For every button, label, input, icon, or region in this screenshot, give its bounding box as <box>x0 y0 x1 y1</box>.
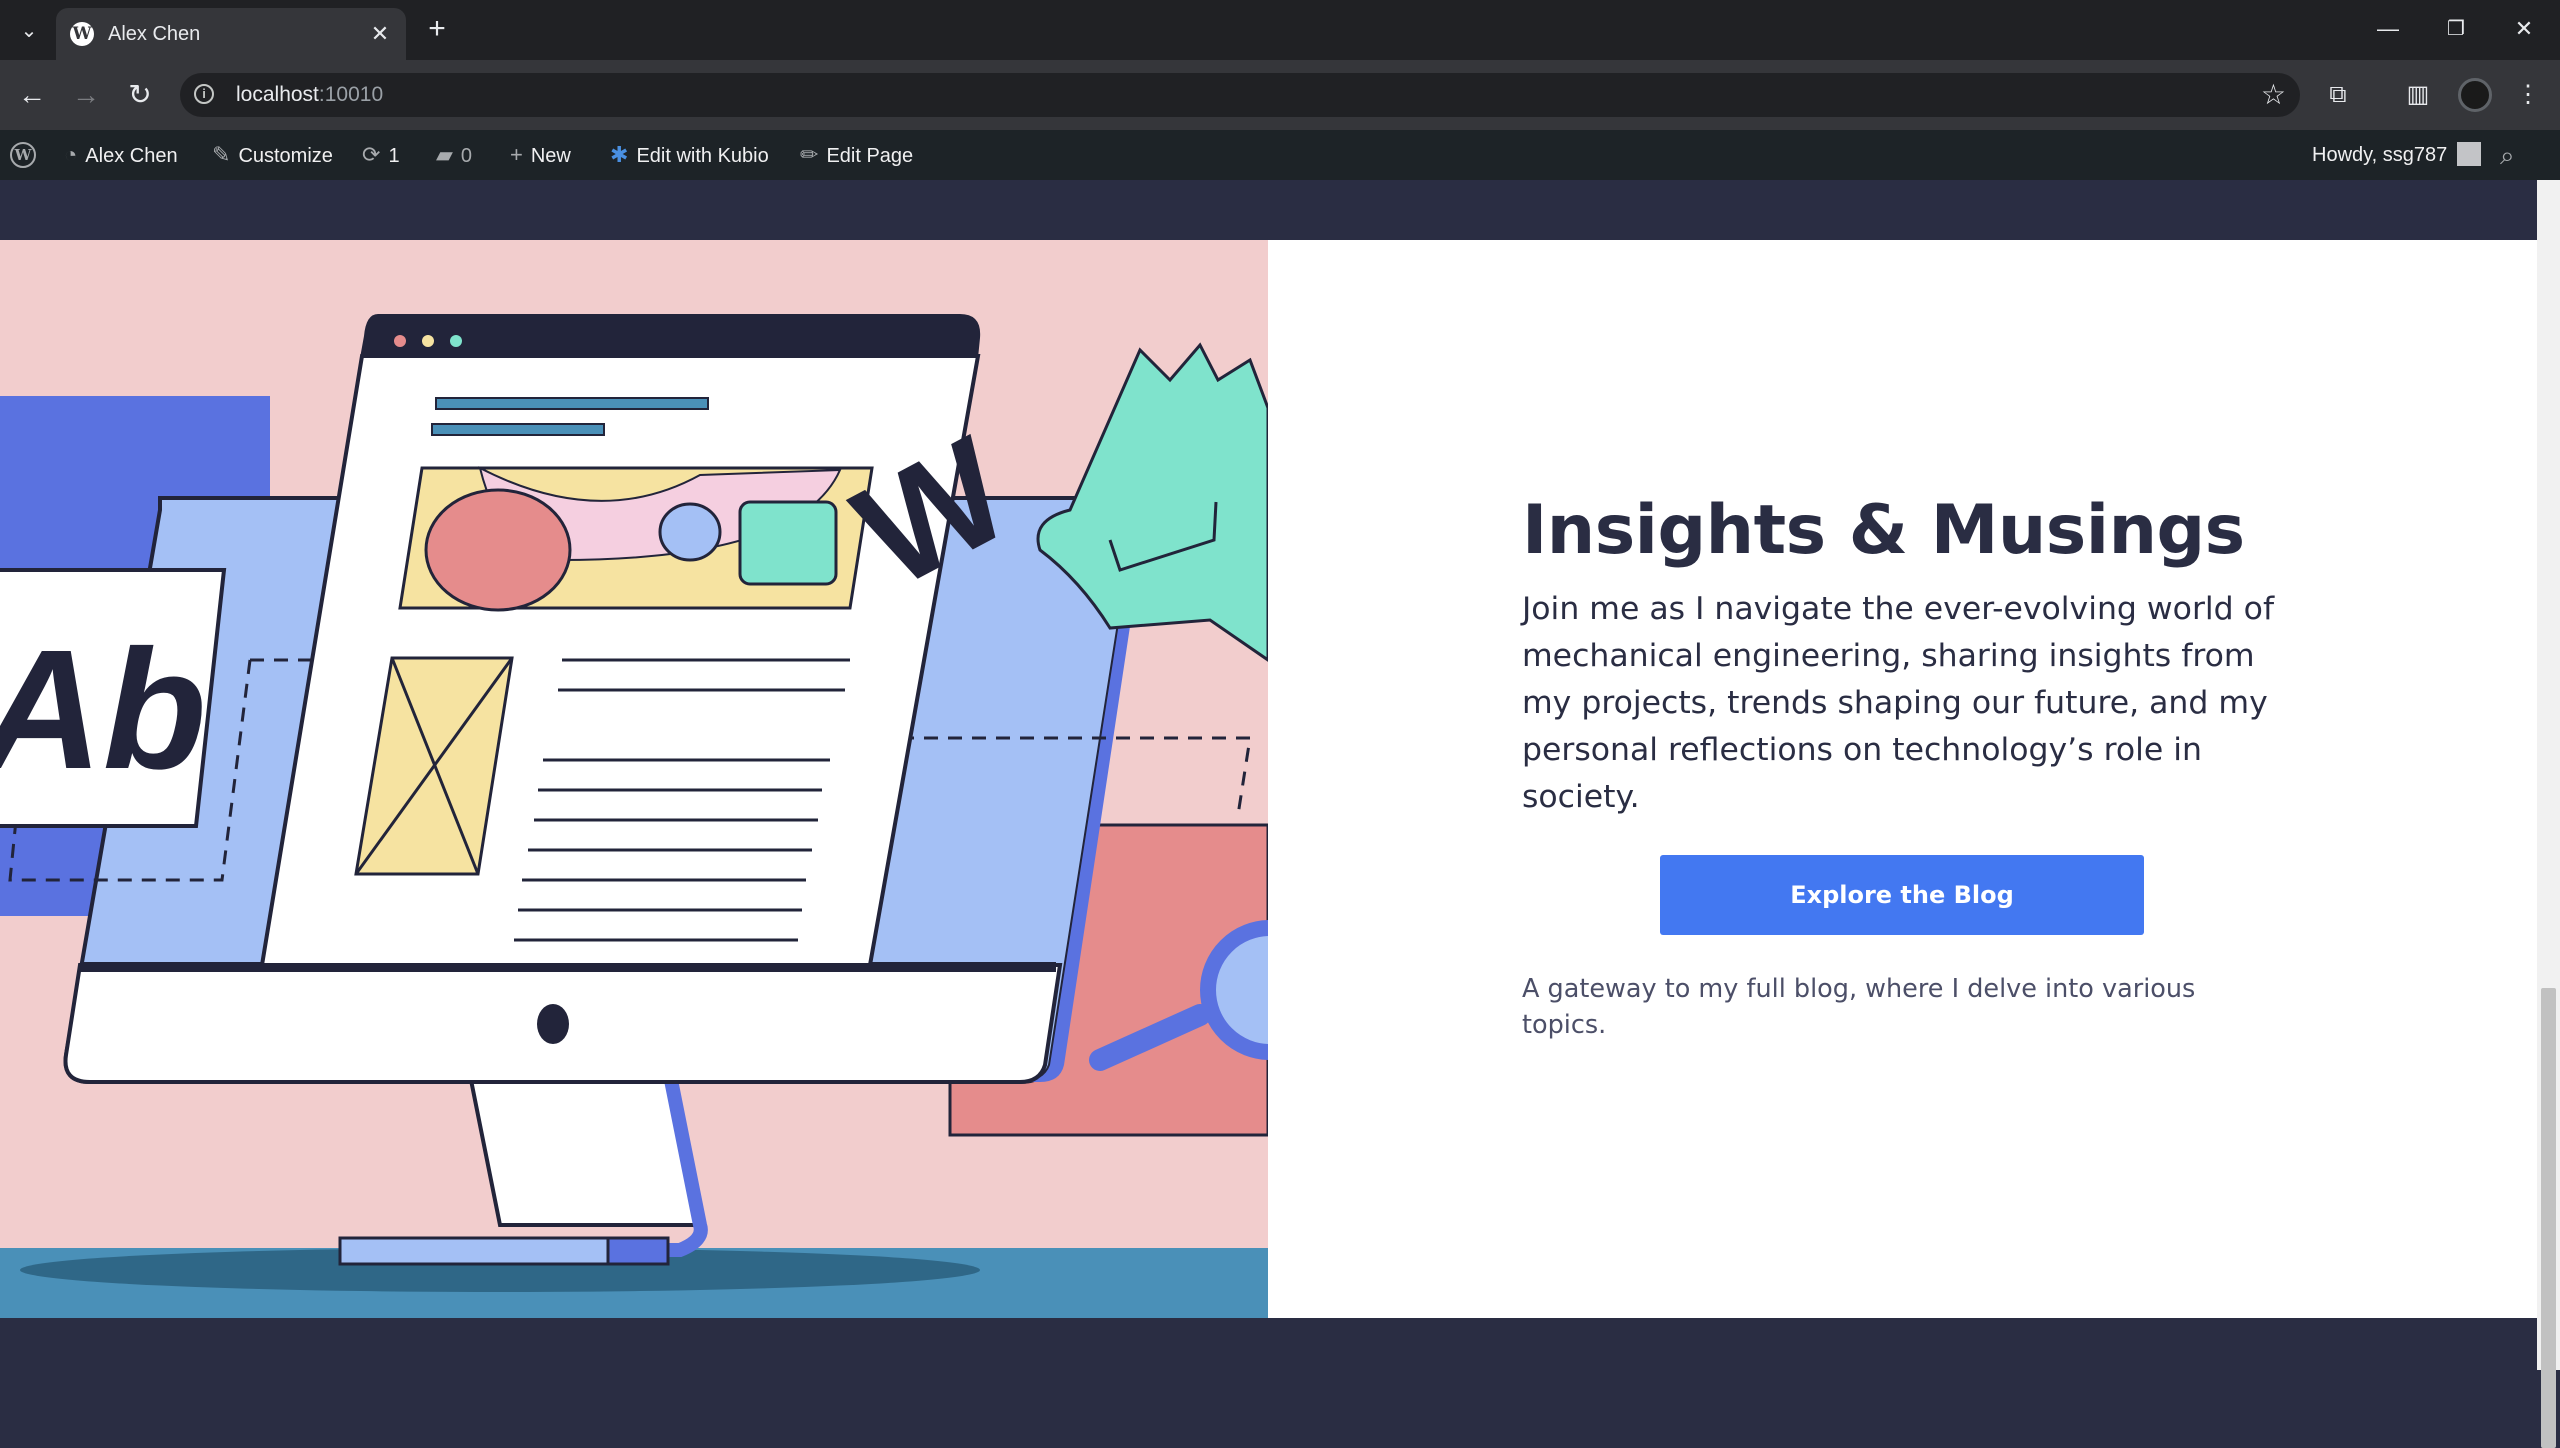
new-tab-plus-icon[interactable]: + <box>420 12 454 46</box>
wordpress-favicon-icon: W <box>70 22 94 46</box>
url-text[interactable]: localhost:10010 <box>236 82 383 108</box>
browser-toolbar: ← → ↻ i localhost:10010 ☆ ⧉ ▥ ⋮ <box>0 60 2560 130</box>
new-label: New <box>530 145 571 167</box>
dashboard-gauge-icon: ◔ <box>64 142 78 167</box>
user-avatar <box>2457 141 2482 166</box>
site-header-band <box>0 180 2537 240</box>
blog-hero-section: Ab W Insights & Musings Join me as I nav… <box>0 240 2537 1318</box>
forward-arrow-icon[interactable]: → <box>66 75 106 115</box>
plus-icon: + <box>510 142 523 167</box>
hero-content: Insights & Musings Join me as I navigate… <box>1522 490 2282 1043</box>
admin-bar-site-name[interactable]: ◔ Alex Chen <box>64 130 178 180</box>
bookmark-star-icon[interactable]: ☆ <box>2261 79 2286 111</box>
customize-label: Customize <box>238 145 333 167</box>
active-tab[interactable]: W Alex Chen ✕ <box>56 8 406 60</box>
page-scrollbar[interactable] <box>2537 180 2560 1448</box>
browser-tab-strip: ⌄ W Alex Chen ✕ + — ❐ ✕ <box>0 0 2560 60</box>
admin-bar-comments[interactable]: ▰ 0 <box>436 130 472 180</box>
hero-intro-text: Join me as I navigate the ever-evolving … <box>1522 591 2275 815</box>
comment-bubble-icon: ▰ <box>436 142 453 167</box>
howdy-label: Howdy, ssg787 <box>2312 144 2448 166</box>
pencil-icon: ✏ <box>800 142 819 167</box>
reload-icon[interactable]: ↻ <box>120 75 160 115</box>
browser-menu-icon[interactable]: ⋮ <box>2508 75 2548 115</box>
profile-avatar[interactable] <box>2458 78 2492 112</box>
url-host: localhost <box>236 83 319 106</box>
hero-note-text: A gateway to my full blog, where I delve… <box>1522 974 2196 1040</box>
tab-search-chevron-icon[interactable]: ⌄ <box>12 14 46 48</box>
minimize-icon[interactable]: — <box>2354 0 2422 60</box>
wordpress-logo-icon[interactable]: W <box>10 142 36 168</box>
url-port: :10010 <box>318 83 384 106</box>
scrollbar-thumb[interactable] <box>2541 988 2556 1448</box>
edit-with-kubio-label: Edit with Kubio <box>636 145 769 167</box>
comments-count: 0 <box>460 145 473 167</box>
site-footer-band <box>0 1318 2537 1370</box>
tab-title: Alex Chen <box>108 23 201 45</box>
side-panel-icon[interactable]: ▥ <box>2398 75 2438 115</box>
admin-bar-edit-page[interactable]: ✏ Edit Page <box>800 130 913 180</box>
admin-bar-search-icon[interactable]: ⌕ <box>2500 130 2515 180</box>
site-name-label: Alex Chen <box>85 145 178 167</box>
admin-bar-my-account[interactable]: Howdy, ssg787 <box>2312 130 2482 180</box>
window-close-icon[interactable]: ✕ <box>2490 0 2558 60</box>
page-heading: Insights & Musings <box>1522 491 2245 570</box>
admin-bar-edit-with-kubio[interactable]: ✱ Edit with Kubio <box>610 130 769 180</box>
admin-bar-customize[interactable]: ✎ Customize <box>212 130 333 180</box>
tab-close-icon[interactable]: ✕ <box>366 20 394 48</box>
updates-refresh-icon: ⟳ <box>362 142 381 167</box>
admin-bar-new[interactable]: + New <box>510 130 571 180</box>
site-info-icon[interactable]: i <box>194 84 214 104</box>
kubio-logo-icon: ✱ <box>610 142 629 167</box>
extensions-puzzle-icon[interactable]: ⧉ <box>2318 75 2358 115</box>
wp-admin-bar: W ◔ Alex Chen ✎ Customize ⟳ 1 ▰ 0 + New ✱ Edit… <box>0 130 2560 180</box>
back-arrow-icon[interactable]: ← <box>12 75 52 115</box>
explore-blog-button[interactable]: Explore the Blog <box>1660 855 2144 935</box>
address-bar[interactable]: i localhost:10010 ☆ <box>180 73 2300 117</box>
computer-illustration: Ab W <box>0 240 1268 1318</box>
admin-bar-updates[interactable]: ⟳ 1 <box>362 130 400 180</box>
edit-page-label: Edit Page <box>826 145 914 167</box>
updates-count: 1 <box>388 145 400 167</box>
restore-icon[interactable]: ❐ <box>2422 0 2490 60</box>
paintbrush-icon: ✎ <box>212 142 231 167</box>
illustration-ab-text: Ab <box>0 615 207 805</box>
